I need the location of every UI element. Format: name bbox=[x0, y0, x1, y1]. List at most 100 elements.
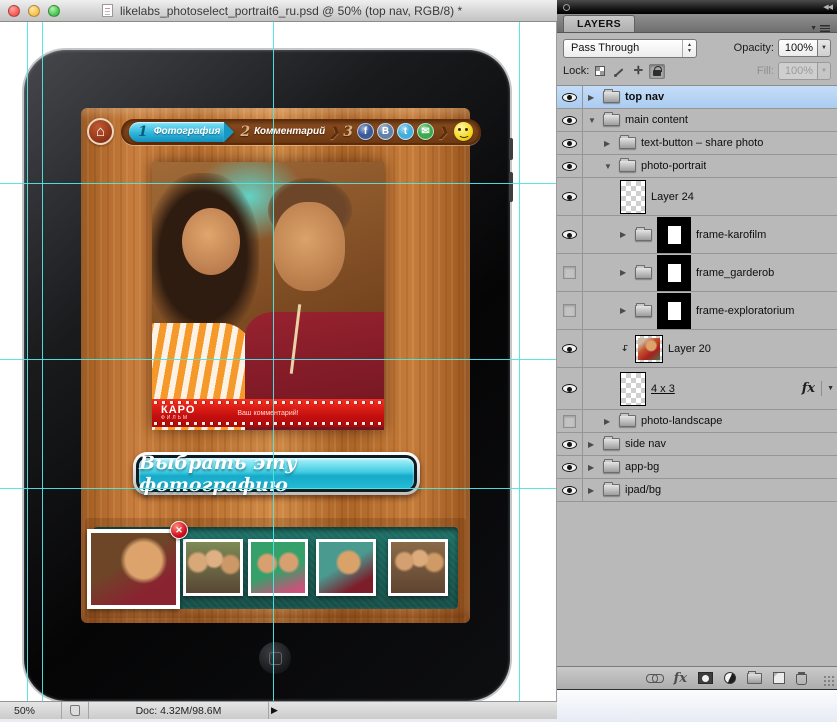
visibility-toggle[interactable] bbox=[557, 368, 583, 409]
guide-vertical[interactable] bbox=[273, 22, 274, 701]
layer-row[interactable]: ↴Layer 20 bbox=[557, 330, 837, 368]
guide-vertical[interactable] bbox=[42, 22, 43, 701]
fx-dropdown-icon[interactable]: ▼ bbox=[821, 381, 837, 396]
layer-row[interactable]: ▶frame-karofilm bbox=[557, 216, 837, 254]
close-window-button[interactable] bbox=[8, 5, 20, 17]
thumbnail[interactable] bbox=[388, 539, 448, 596]
visibility-toggle[interactable] bbox=[557, 216, 583, 253]
layer-mask-thumbnail[interactable] bbox=[657, 255, 691, 291]
opacity-dropdown-icon[interactable]: ▼ bbox=[818, 39, 831, 57]
layer-style-icon[interactable]: fx bbox=[674, 671, 687, 686]
zoom-level-field[interactable]: 50% bbox=[0, 702, 62, 719]
guide-vertical[interactable] bbox=[519, 22, 520, 701]
visibility-toggle[interactable] bbox=[557, 132, 583, 154]
layer-row[interactable]: ▶frame-exploratorium bbox=[557, 292, 837, 330]
thumbnail[interactable] bbox=[183, 539, 243, 596]
remove-photo-button[interactable]: ✕ bbox=[170, 521, 188, 539]
layer-row[interactable]: Layer 24 bbox=[557, 178, 837, 216]
canvas-area[interactable]: ⌂ 1 Фотография 2 Комментарий ❯ 3 fВt✉ ❯ bbox=[0, 22, 557, 701]
guide-horizontal[interactable] bbox=[0, 359, 557, 360]
expand-group-icon[interactable]: ▶ bbox=[588, 440, 598, 449]
lock-move-button[interactable]: ✛ bbox=[630, 64, 646, 79]
doc-size-info[interactable]: Doc: 4.32M/98.6M bbox=[89, 702, 269, 719]
visibility-toggle[interactable] bbox=[557, 109, 583, 131]
guide-horizontal[interactable] bbox=[0, 488, 557, 489]
minimize-window-button[interactable] bbox=[28, 5, 40, 17]
collapse-group-icon[interactable]: ▼ bbox=[604, 162, 614, 171]
zoom-window-button[interactable] bbox=[48, 5, 60, 17]
facebook-icon[interactable]: f bbox=[357, 123, 374, 140]
visibility-toggle[interactable] bbox=[557, 86, 583, 108]
visibility-toggle[interactable] bbox=[557, 479, 583, 501]
visibility-toggle[interactable] bbox=[557, 456, 583, 478]
layer-row[interactable]: ▶frame_garderob bbox=[557, 254, 837, 292]
collapse-group-icon[interactable]: ▼ bbox=[588, 116, 598, 125]
layer-row[interactable]: ▶ipad/bg bbox=[557, 479, 837, 502]
layer-mask-icon[interactable] bbox=[698, 672, 713, 684]
delete-icon[interactable] bbox=[796, 672, 807, 685]
visibility-toggle[interactable] bbox=[557, 410, 583, 432]
blend-mode-select[interactable]: Pass Through ▲▼ bbox=[563, 39, 697, 58]
collapse-panel-icon[interactable]: ◀◀ bbox=[823, 3, 832, 11]
layer-row[interactable]: ▶text-button – share photo bbox=[557, 132, 837, 155]
guide-vertical[interactable] bbox=[27, 22, 28, 701]
visibility-toggle[interactable] bbox=[557, 254, 583, 291]
expand-group-icon[interactable]: ▶ bbox=[588, 93, 598, 102]
link-icon[interactable] bbox=[646, 674, 663, 682]
visibility-toggle[interactable] bbox=[557, 330, 583, 367]
guide-horizontal[interactable] bbox=[0, 183, 557, 184]
expand-group-icon[interactable]: ▶ bbox=[620, 230, 630, 239]
status-menu-arrow[interactable]: ▶ bbox=[271, 705, 278, 716]
lock-transparency-button[interactable] bbox=[592, 64, 608, 79]
panel-menu-icon[interactable]: ▼ bbox=[810, 25, 830, 32]
layer-row-body: ↴Layer 20 bbox=[583, 335, 837, 363]
expand-group-icon[interactable]: ▶ bbox=[604, 139, 614, 148]
layer-thumbnail[interactable] bbox=[620, 372, 646, 406]
clipping-mask-icon: ↴ bbox=[620, 344, 630, 354]
layer-row[interactable]: 4 x 3fx▼ bbox=[557, 368, 837, 410]
expand-group-icon[interactable]: ▶ bbox=[620, 306, 630, 315]
tab-photo-step[interactable]: 1 Фотография bbox=[129, 122, 224, 142]
layer-row[interactable]: ▶app-bg bbox=[557, 456, 837, 479]
panel-resize-grip[interactable] bbox=[823, 675, 834, 686]
visibility-toggle[interactable] bbox=[557, 433, 583, 455]
home-icon[interactable]: ⌂ bbox=[87, 118, 114, 145]
layer-mask-thumbnail[interactable] bbox=[657, 217, 691, 253]
opacity-input[interactable]: 100% bbox=[778, 39, 818, 57]
step2-label[interactable]: Комментарий bbox=[254, 126, 325, 137]
layer-thumbnail[interactable] bbox=[635, 335, 663, 363]
app-background bbox=[557, 689, 837, 722]
layer-row[interactable]: ▶photo-landscape bbox=[557, 410, 837, 433]
layer-row[interactable]: ▶side nav bbox=[557, 433, 837, 456]
tab-layers[interactable]: LAYERS bbox=[563, 15, 635, 32]
thumbnail-selected[interactable]: ✕ bbox=[87, 529, 180, 609]
ipad-home-button bbox=[259, 642, 291, 674]
expand-group-icon[interactable]: ▶ bbox=[604, 417, 614, 426]
adjustment-layer-icon[interactable] bbox=[724, 672, 736, 684]
layer-row[interactable]: ▶top nav bbox=[557, 86, 837, 109]
selected-photo[interactable]: КАРО ФИЛЬМ Ваш комментарий! bbox=[152, 162, 384, 430]
layer-thumbnail[interactable] bbox=[620, 180, 646, 214]
new-layer-icon[interactable] bbox=[773, 672, 785, 684]
visibility-toggle[interactable] bbox=[557, 292, 583, 329]
fx-badge[interactable]: fx bbox=[802, 381, 821, 396]
smiley-icon[interactable] bbox=[454, 122, 473, 141]
expand-group-icon[interactable]: ▶ bbox=[620, 268, 630, 277]
email-icon[interactable]: ✉ bbox=[417, 123, 434, 140]
twitter-icon[interactable]: t bbox=[397, 123, 414, 140]
vk-icon[interactable]: В bbox=[377, 123, 394, 140]
expand-group-icon[interactable]: ▶ bbox=[588, 463, 598, 472]
group-icon[interactable] bbox=[747, 673, 762, 684]
thumbnail[interactable] bbox=[248, 539, 308, 596]
expand-group-icon[interactable]: ▶ bbox=[588, 486, 598, 495]
layer-mask-thumbnail[interactable] bbox=[657, 293, 691, 329]
visibility-toggle[interactable] bbox=[557, 155, 583, 177]
lock-all-button[interactable] bbox=[649, 64, 665, 79]
eye-icon bbox=[562, 344, 577, 353]
layer-row[interactable]: ▼photo-portrait bbox=[557, 155, 837, 178]
visibility-toggle[interactable] bbox=[557, 178, 583, 215]
layer-row[interactable]: ▼main content bbox=[557, 109, 837, 132]
folder-icon bbox=[603, 438, 620, 450]
lock-paint-button[interactable] bbox=[611, 64, 627, 79]
thumbnail[interactable] bbox=[316, 539, 376, 596]
